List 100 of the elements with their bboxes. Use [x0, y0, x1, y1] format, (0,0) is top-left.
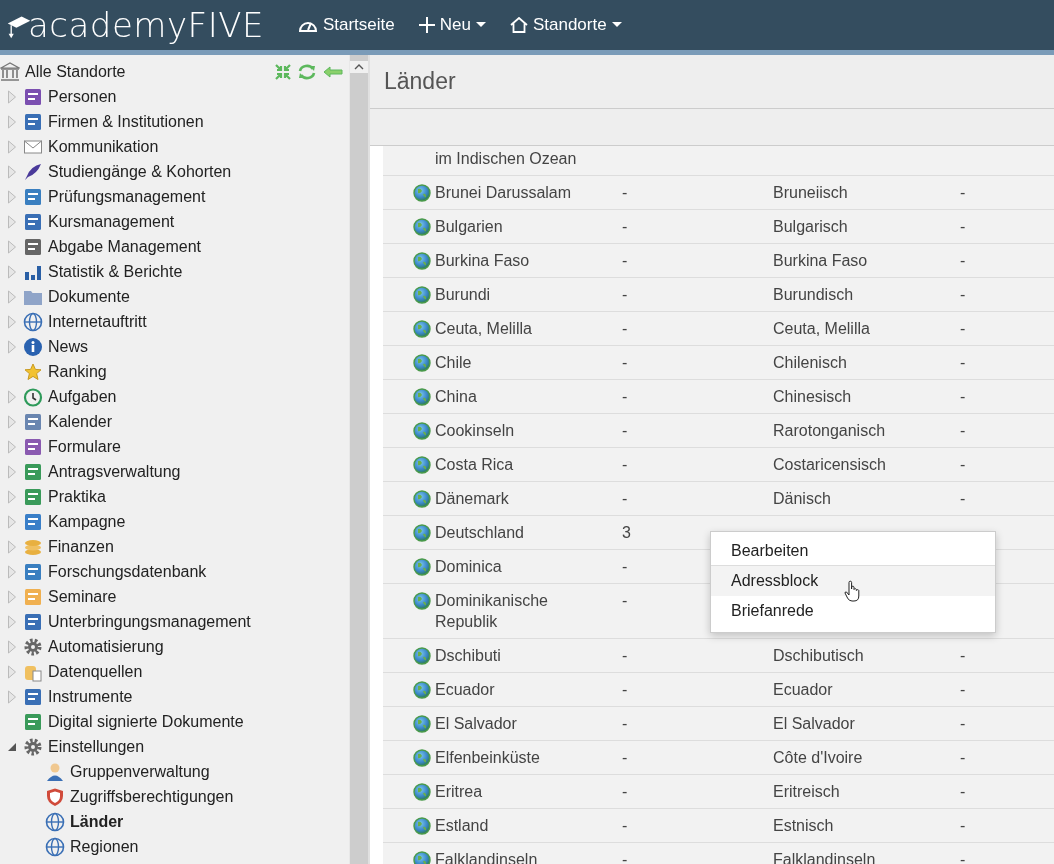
collapse-arrow-icon[interactable] — [7, 741, 17, 752]
table-cell[interactable]: Ecuador — [435, 679, 495, 700]
tree-item[interactable]: Einstellungen — [48, 737, 145, 756]
refresh-icon[interactable] — [297, 63, 317, 80]
expand-arrow-icon[interactable] — [7, 214, 17, 229]
table-cell[interactable]: Costa Rica — [435, 454, 514, 475]
expand-arrow-icon[interactable] — [7, 589, 17, 604]
expand-arrow-icon[interactable] — [7, 514, 17, 529]
tree-item[interactable]: Kommunikation — [48, 137, 159, 156]
tree-item[interactable]: Studiengänge & Kohorten — [48, 162, 232, 181]
table-cell[interactable]: Dominica — [435, 556, 502, 577]
nav-menu-button[interactable]: Standorte — [497, 0, 634, 50]
scrollbar[interactable] — [349, 55, 368, 864]
tree-item[interactable]: Gruppenverwaltung — [70, 762, 210, 781]
menu-item[interactable]: Briefanrede — [711, 596, 995, 626]
scroll-up-icon[interactable] — [350, 61, 368, 73]
expand-arrow-icon[interactable] — [7, 414, 17, 429]
expand-arrow-icon[interactable] — [7, 289, 17, 304]
globe-icon — [413, 184, 431, 202]
nav-menu-button[interactable]: Startseite — [285, 0, 407, 50]
tree-item[interactable]: Statistik & Berichte — [48, 262, 183, 281]
tree-item[interactable]: Praktika — [48, 487, 106, 506]
tree-item[interactable]: Kursmanagement — [48, 212, 175, 231]
tree-item[interactable]: Forschungsdatenbank — [48, 562, 207, 581]
expand-arrow-icon[interactable] — [7, 189, 17, 204]
back-arrow-icon[interactable] — [323, 65, 343, 78]
table-cell[interactable]: El Salvador — [435, 713, 517, 734]
tree-item[interactable]: Antragsverwaltung — [48, 462, 181, 481]
expand-arrow-icon[interactable] — [7, 564, 17, 579]
shield-icon — [45, 786, 65, 807]
expand-arrow-icon[interactable] — [7, 264, 17, 279]
table-cell[interactable]: Chile — [435, 352, 472, 373]
expand-arrow-icon[interactable] — [7, 614, 17, 629]
expand-arrow-icon[interactable] — [7, 439, 17, 454]
expand-arrow-icon[interactable] — [7, 389, 17, 404]
expand-arrow-icon[interactable] — [7, 464, 17, 479]
table-cell: - — [622, 558, 628, 575]
tree-item[interactable]: Länder — [70, 812, 124, 831]
tree-item[interactable]: Instrumente — [48, 687, 133, 706]
expand-arrow-icon[interactable] — [7, 689, 17, 704]
table-cell[interactable]: China — [435, 386, 477, 407]
table-cell: Côte d'Ivoire — [773, 749, 863, 766]
tree-item[interactable]: Automatisierung — [48, 637, 164, 656]
tree-item[interactable]: Kampagne — [48, 512, 126, 531]
tree-item[interactable]: Datenquellen — [48, 662, 143, 681]
expand-arrow-icon[interactable] — [7, 139, 17, 154]
tree-item[interactable]: Formulare — [48, 437, 121, 456]
tree-item[interactable]: Zugriffsberechtigungen — [70, 787, 234, 806]
table-cell[interactable]: Brunei Darussalam — [435, 182, 572, 203]
tree-item[interactable]: Firmen & Institutionen — [48, 112, 204, 131]
table-cell: - — [960, 218, 966, 235]
collapse-icon[interactable] — [275, 63, 291, 80]
tree-item[interactable]: Finanzen — [48, 537, 114, 556]
logo-text[interactable]: academyFIVE — [28, 5, 264, 45]
tree-item[interactable]: Unterbringungsmanagement — [48, 612, 251, 631]
tree-item[interactable]: Abgabe Management — [48, 237, 201, 256]
tree-item[interactable]: News — [48, 337, 88, 356]
expand-arrow-icon[interactable] — [7, 489, 17, 504]
tree-item[interactable]: Aufgaben — [48, 387, 117, 406]
expand-arrow-icon[interactable] — [7, 314, 17, 329]
tree-item[interactable]: Digital signierte Dokumente — [48, 712, 244, 731]
table-cell[interactable]: Burkina Faso — [435, 250, 530, 271]
user-icon — [45, 761, 65, 782]
table-cell: - — [622, 286, 628, 303]
tree-item[interactable]: Regionen — [70, 837, 139, 856]
table-cell[interactable]: Dominikanische Republik — [435, 590, 600, 632]
table-cell[interactable]: Bulgarien — [435, 216, 503, 237]
table-cell[interactable]: Estland — [435, 815, 489, 836]
table-cell: - — [960, 252, 966, 269]
tree-item[interactable]: Alle Standorte — [25, 62, 126, 81]
nav-menu-button[interactable]: Neu — [406, 0, 498, 50]
tree-item[interactable]: Personen — [48, 87, 117, 106]
tree-item[interactable]: Prüfungsmanagement — [48, 187, 206, 206]
table-cell[interactable]: Dschibuti — [435, 645, 501, 666]
expand-arrow-icon[interactable] — [7, 639, 17, 654]
menu-item[interactable]: Adressblock — [711, 566, 995, 596]
menu-item[interactable]: Bearbeiten — [711, 536, 995, 566]
tree-item[interactable]: Kalender — [48, 412, 113, 431]
table-cell[interactable]: Ceuta, Melilla — [435, 318, 532, 339]
hand-cursor-icon — [844, 580, 860, 602]
globe-icon — [413, 715, 431, 733]
tree-item[interactable]: Ranking — [48, 362, 107, 381]
tree-item[interactable]: Dokumente — [48, 287, 130, 306]
table-cell[interactable]: Eritrea — [435, 781, 483, 802]
table-cell: - — [622, 715, 628, 732]
table-cell[interactable]: Elfenbeinküste — [435, 747, 540, 768]
table-cell[interactable]: Deutschland — [435, 522, 524, 543]
expand-arrow-icon[interactable] — [7, 239, 17, 254]
tree-item[interactable]: Seminare — [48, 587, 117, 606]
table-cell[interactable]: Burundi — [435, 284, 491, 305]
table-cell[interactable]: Dänemark — [435, 488, 509, 509]
tree-item[interactable]: Internetauftritt — [48, 312, 147, 331]
expand-arrow-icon[interactable] — [7, 89, 17, 104]
expand-arrow-icon[interactable] — [7, 339, 17, 354]
expand-arrow-icon[interactable] — [7, 114, 17, 129]
expand-arrow-icon[interactable] — [7, 664, 17, 679]
table-cell: El Salvador — [773, 715, 855, 732]
expand-arrow-icon[interactable] — [7, 539, 17, 554]
table-cell[interactable]: Cookinseln — [435, 420, 515, 441]
expand-arrow-icon[interactable] — [7, 164, 17, 179]
